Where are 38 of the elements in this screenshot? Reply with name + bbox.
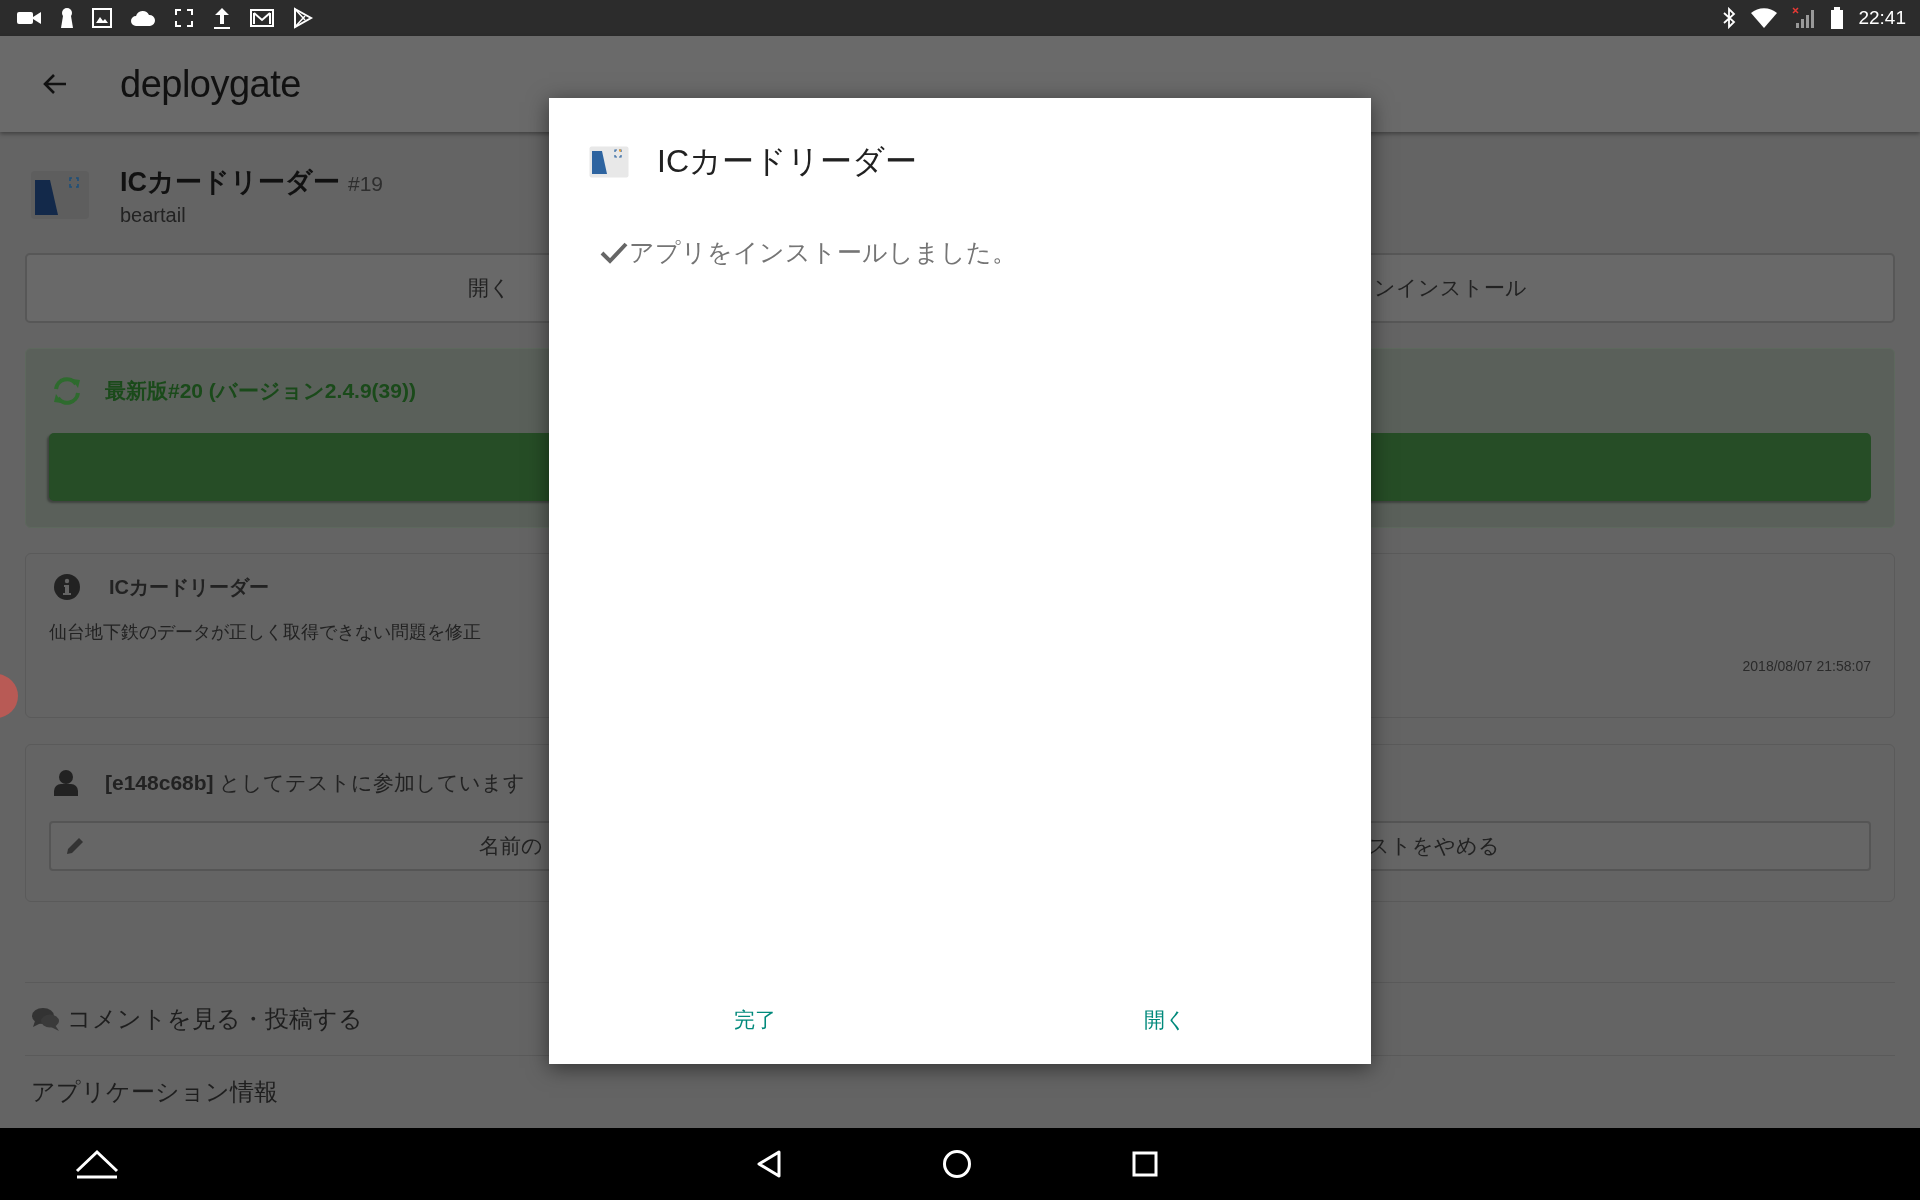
recent-apps-icon[interactable] (1132, 1151, 1158, 1177)
no-signal-icon (1792, 7, 1817, 29)
app-owner: beartail (120, 203, 187, 227)
cloud-icon (130, 9, 156, 27)
bluetooth-icon (1722, 7, 1737, 29)
back-icon[interactable] (756, 1150, 782, 1178)
card-icon (589, 146, 629, 178)
speech-bubbles-icon (31, 1006, 61, 1032)
dialog-button[interactable]: 完了 (717, 990, 792, 1050)
fullscreen-icon (174, 8, 194, 28)
person-icon (53, 769, 79, 797)
app-name: ICカードリーダー (120, 165, 340, 199)
back-arrow-icon[interactable] (42, 72, 68, 96)
clock-time: 22:41 (1858, 7, 1906, 29)
tester-status: [e148c68b] としてテストに参加しています (105, 770, 526, 796)
chevron-up-icon[interactable] (75, 1149, 119, 1179)
image-icon (92, 8, 112, 28)
link-label: コメントを見る・投稿する (67, 1004, 363, 1034)
mail-icon (250, 9, 274, 27)
release-timestamp: 2018/08/07 21:58:07 (1742, 658, 1871, 674)
release-title: ICカードリーダー (109, 574, 269, 600)
dialog-button[interactable]: 開く (1128, 990, 1203, 1050)
link-label: アプリケーション情報 (31, 1077, 278, 1107)
latest-version-label: 最新版#20 (バージョン2.4.9(39)) (105, 378, 416, 404)
upload-icon (212, 6, 232, 30)
dialog-title: ICカードリーダー (657, 142, 917, 181)
wifi-icon (1750, 8, 1779, 28)
card-icon (30, 170, 90, 220)
home-icon[interactable] (942, 1149, 972, 1179)
keyhole-icon (60, 7, 74, 29)
release-description: 仙台地下鉄のデータが正しく取得できない問題を修正 (49, 621, 482, 644)
app-logo: deploygate (120, 62, 301, 106)
battery-icon (1830, 6, 1845, 30)
pencil-icon (65, 836, 85, 856)
refresh-icon (51, 376, 83, 406)
video-camera-icon (16, 10, 42, 26)
info-icon (53, 573, 81, 601)
play-store-icon (292, 7, 314, 29)
